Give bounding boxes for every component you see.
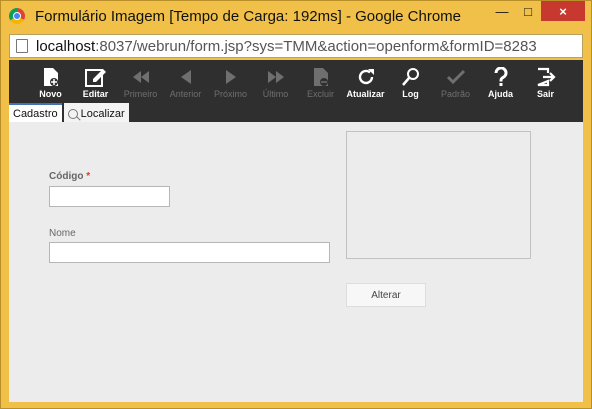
padrao-button[interactable]: Padrão <box>433 60 478 100</box>
close-button[interactable]: × <box>541 1 585 21</box>
refresh-icon <box>354 65 378 88</box>
toolbar-label: Log <box>402 89 419 99</box>
codigo-label-text: Código <box>49 171 84 182</box>
page-content: Novo Editar Primeiro Anterior Próximo Úl… <box>9 60 583 402</box>
address-bar[interactable]: localhost:8037/webrun/form.jsp?sys=TMM&a… <box>9 34 583 58</box>
atualizar-button[interactable]: Atualizar <box>343 60 388 100</box>
excluir-button[interactable]: Excluir <box>298 60 343 100</box>
tab-label: Cadastro <box>13 107 58 120</box>
url-host: localhost <box>36 37 96 55</box>
browser-window: Formulário Imagem [Tempo de Carga: 192ms… <box>0 0 592 409</box>
search-icon <box>67 108 78 119</box>
delete-icon <box>309 65 333 88</box>
toolbar-label: Editar <box>82 89 109 99</box>
toolbar-label: Padrão <box>440 89 471 99</box>
exit-icon <box>534 65 558 88</box>
window-title: Formulário Imagem [Tempo de Carga: 192ms… <box>35 7 462 25</box>
alterar-button[interactable]: Alterar <box>346 283 426 307</box>
new-document-icon <box>39 65 63 88</box>
sair-button[interactable]: Sair <box>523 60 568 100</box>
toolbar-label: Ajuda <box>487 89 513 99</box>
first-record-icon <box>129 65 153 88</box>
toolbar-label: Atualizar <box>346 89 385 99</box>
nome-label: Nome <box>49 228 76 239</box>
window-controls: — □ × <box>489 1 585 21</box>
minimize-button[interactable]: — <box>489 1 515 21</box>
novo-button[interactable]: Novo <box>28 60 73 100</box>
toolbar-label: Anterior <box>169 89 202 99</box>
required-marker: * <box>86 171 91 182</box>
title-bar: Formulário Imagem [Tempo de Carga: 192ms… <box>1 1 591 31</box>
toolbar-label: Próximo <box>213 89 247 99</box>
toolbar-label: Novo <box>39 89 62 99</box>
ultimo-button[interactable]: Último <box>253 60 298 100</box>
image-preview <box>346 131 531 259</box>
chrome-icon <box>9 8 25 24</box>
log-icon <box>399 65 423 88</box>
anterior-button[interactable]: Anterior <box>163 60 208 100</box>
toolbar-label: Sair <box>536 89 554 99</box>
page-icon <box>16 39 28 53</box>
default-check-icon <box>444 65 468 88</box>
tab-localizar[interactable]: Localizar <box>63 103 129 122</box>
ajuda-button[interactable]: Ajuda <box>478 60 523 100</box>
toolbar-label: Último <box>262 89 289 99</box>
nome-field[interactable] <box>49 242 330 263</box>
edit-icon <box>84 65 108 88</box>
last-record-icon <box>264 65 288 88</box>
url-path: :8037/webrun/form.jsp?sys=TMM&action=ope… <box>95 37 537 55</box>
help-icon <box>489 65 513 88</box>
toolbar-label: Excluir <box>306 89 334 99</box>
codigo-label: Código * <box>49 171 90 182</box>
toolbar-label: Primeiro <box>123 89 158 99</box>
next-record-icon <box>219 65 243 88</box>
tab-label: Localizar <box>80 107 125 120</box>
previous-record-icon <box>174 65 198 88</box>
proximo-button[interactable]: Próximo <box>208 60 253 100</box>
url-text[interactable]: localhost:8037/webrun/form.jsp?sys=TMM&a… <box>36 38 537 55</box>
form-tabs: Cadastro Localizar <box>9 100 583 122</box>
log-button[interactable]: Log <box>388 60 433 100</box>
primeiro-button[interactable]: Primeiro <box>118 60 163 100</box>
maximize-button[interactable]: □ <box>515 1 541 21</box>
codigo-field[interactable] <box>49 186 170 207</box>
editar-button[interactable]: Editar <box>73 60 118 100</box>
tab-cadastro[interactable]: Cadastro <box>9 103 62 122</box>
form-toolbar: Novo Editar Primeiro Anterior Próximo Úl… <box>9 60 583 100</box>
